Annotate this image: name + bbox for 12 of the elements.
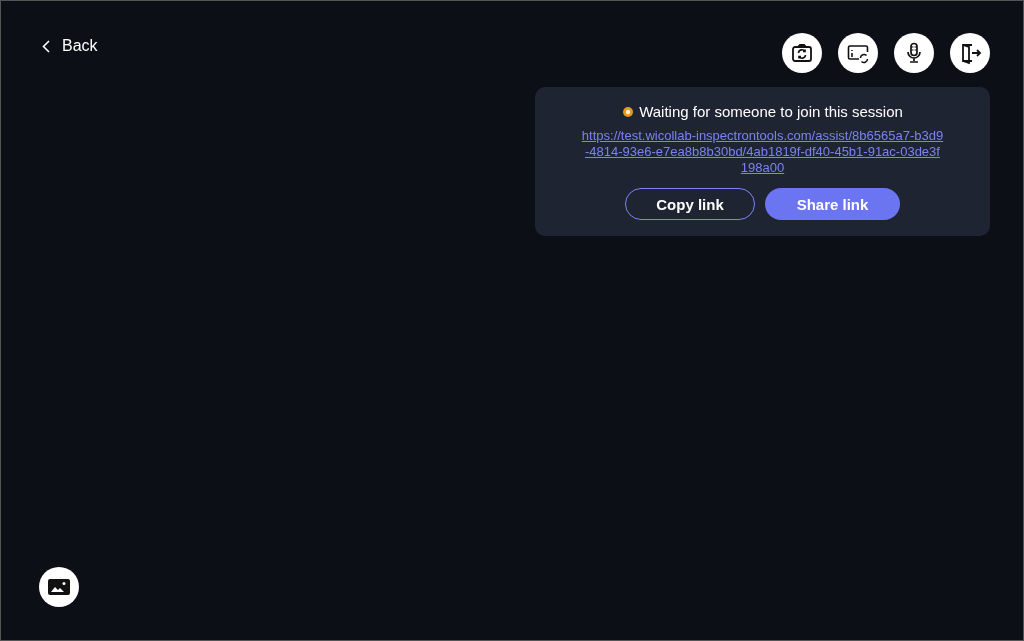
exit-button[interactable] bbox=[950, 33, 990, 73]
screen-switch-button[interactable] bbox=[838, 33, 878, 73]
gallery-button[interactable] bbox=[39, 567, 79, 607]
image-icon bbox=[48, 579, 70, 595]
status-text: Waiting for someone to join this session bbox=[639, 103, 903, 120]
microphone-button[interactable] bbox=[894, 33, 934, 73]
camera-switch-button[interactable] bbox=[782, 33, 822, 73]
share-link-button[interactable]: Share link bbox=[765, 188, 900, 220]
chevron-left-icon bbox=[42, 39, 50, 53]
session-link[interactable]: https://test.wicollab-inspectrontools.com/assist/8b6565a7-b3d9-4814-93e6-e7ea8b8b30bd/4ab1819f-df40-45b1-91ac-03de3f198a00 bbox=[581, 128, 944, 176]
camera-switch-icon bbox=[790, 41, 814, 65]
back-button[interactable]: Back bbox=[38, 33, 102, 59]
